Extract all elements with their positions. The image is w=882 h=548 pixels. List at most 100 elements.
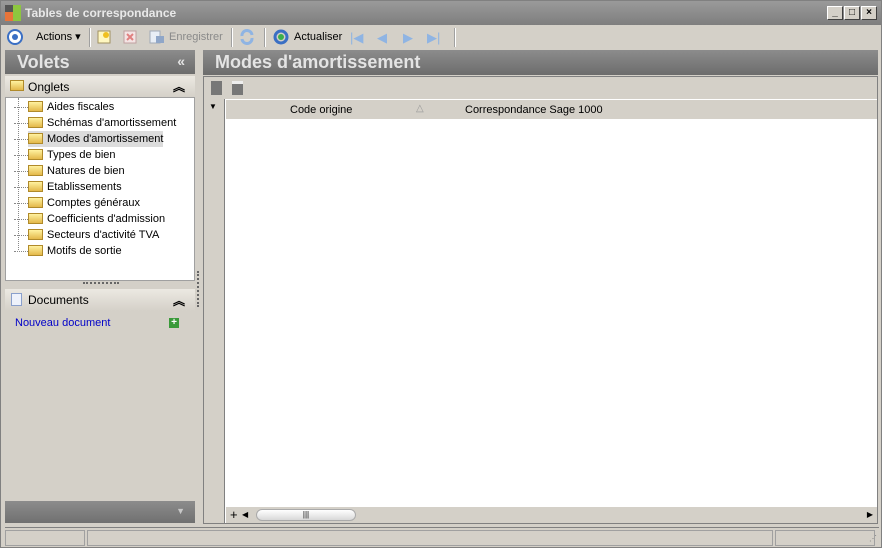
save-icon[interactable]	[149, 30, 165, 44]
scroll-left-icon[interactable]: ◀	[242, 510, 248, 519]
folder-icon	[28, 117, 43, 128]
scroll-right-icon[interactable]: ▶	[867, 510, 873, 519]
tree-item[interactable]: Coefficients d'admission	[14, 211, 166, 227]
page-icon[interactable]	[211, 81, 222, 95]
tree-item[interactable]: Comptes généraux	[14, 195, 140, 211]
scroll-thumb[interactable]: |||	[256, 509, 356, 521]
tree-item-label: Aides fiscales	[47, 101, 115, 113]
tree-item-label: Comptes généraux	[47, 197, 140, 209]
onglets-tree: Aides fiscales Schémas d'amortissement Mod…	[5, 97, 195, 281]
previous-record-icon[interactable]: ◀	[377, 30, 387, 46]
tree-item[interactable]: Types de bien	[14, 147, 116, 163]
panel-footer: ▼	[5, 501, 195, 523]
column-header-code-origine[interactable]: Code origine	[290, 104, 352, 116]
tree-connector	[14, 187, 28, 188]
grid: ▼ Code origine △ Correspondance Sage 100…	[203, 76, 878, 524]
tree-item[interactable]: Etablissements	[14, 179, 122, 195]
tree-connector	[14, 139, 28, 140]
menu-circle-icon[interactable]	[7, 29, 23, 45]
documents-header[interactable]: Documents ︽	[5, 289, 195, 311]
sort-ascending-icon[interactable]: △	[416, 103, 424, 114]
tree-item[interactable]: Natures de bien	[14, 163, 125, 179]
tree-item[interactable]: Aides fiscales	[14, 99, 115, 115]
refresh-icon[interactable]	[273, 29, 289, 45]
separator	[231, 28, 233, 47]
folder-icon	[28, 245, 43, 256]
tree-item-label: Motifs de sortie	[47, 245, 122, 257]
column-header-correspondance[interactable]: Correspondance Sage 1000	[465, 104, 603, 116]
actions-menu[interactable]: Actions ▾	[36, 29, 81, 45]
add-row-button[interactable]: +	[230, 507, 238, 522]
collapse-onglets-icon[interactable]: ︽	[173, 78, 185, 95]
tree-line	[18, 98, 19, 250]
tree-item-label: Modes d'amortissement	[47, 133, 164, 145]
resize-grip-icon[interactable]: ⋰	[869, 534, 877, 543]
first-record-icon[interactable]: |◀	[350, 30, 363, 46]
status-bar: ⋰	[5, 527, 879, 546]
tree-connector	[14, 155, 28, 156]
separator	[264, 28, 266, 47]
collapse-panel-button[interactable]: «	[177, 53, 185, 69]
folder-icon	[28, 181, 43, 192]
folder-icon	[28, 213, 43, 224]
row-selector-column: ▼	[204, 99, 225, 523]
column-header-row: Code origine △ Correspondance Sage 1000	[226, 99, 877, 119]
main-header: Modes d'amortissement	[203, 50, 878, 75]
vertical-splitter[interactable]	[197, 271, 199, 307]
sync-icon[interactable]	[239, 29, 255, 45]
separator	[454, 28, 456, 47]
onglets-title: Onglets	[28, 80, 70, 94]
minimize-button[interactable]: _	[827, 6, 843, 20]
tree-item[interactable]: Schémas d'amortissement	[14, 115, 177, 131]
splitter-grip[interactable]	[83, 282, 119, 284]
refresh-button[interactable]: Actualiser	[294, 29, 342, 45]
close-button[interactable]: ×	[861, 6, 877, 20]
next-record-icon[interactable]: ▶	[403, 30, 413, 46]
tree-item-label: Etablissements	[47, 181, 122, 193]
status-panel	[87, 530, 773, 546]
tree-connector	[14, 107, 28, 108]
tree-item-label: Coefficients d'admission	[47, 213, 166, 225]
window-title: Tables de correspondance	[25, 6, 177, 20]
new-document-link[interactable]: Nouveau document	[15, 317, 110, 329]
tree-connector	[14, 251, 28, 252]
column-chooser-icon[interactable]: ▼	[209, 102, 217, 111]
delete-icon[interactable]	[123, 30, 137, 44]
save-button[interactable]: Enregistrer	[169, 29, 223, 45]
page-title: Modes d'amortissement	[215, 52, 421, 72]
volets-header: Volets «	[5, 50, 195, 74]
page-corner-icon[interactable]	[232, 81, 243, 95]
horizontal-scrollbar[interactable]: + ◀ ||| ▶	[226, 507, 877, 523]
separator	[89, 28, 91, 47]
tree-item[interactable]: Modes d'amortissement	[14, 131, 164, 147]
app-icon	[5, 5, 21, 21]
collapse-documents-icon[interactable]: ︽	[173, 292, 185, 309]
tree-item-label: Secteurs d'activité TVA	[47, 229, 160, 241]
toolbar: Actions ▾ Enregistrer Actualiser |◀ ◀ ▶ …	[1, 25, 881, 49]
new-icon[interactable]	[97, 30, 111, 44]
maximize-button[interactable]: □	[844, 6, 860, 20]
document-icon	[11, 293, 22, 306]
tree-item[interactable]: Secteurs d'activité TVA	[14, 227, 160, 243]
volets-title: Volets	[17, 52, 70, 72]
folder-icon	[28, 101, 43, 112]
tree-connector	[14, 123, 28, 124]
folder-icon	[28, 197, 43, 208]
actions-label: Actions	[36, 31, 73, 43]
tree-connector	[14, 203, 28, 204]
folder-icon	[28, 133, 43, 144]
tree-connector	[14, 219, 28, 220]
tree-item[interactable]: Motifs de sortie	[14, 243, 122, 259]
tree-item-label: Natures de bien	[47, 165, 125, 177]
folder-icon	[10, 80, 24, 91]
expand-more-icon[interactable]: ▼	[176, 506, 185, 516]
add-document-icon[interactable]: +	[169, 318, 179, 328]
folder-icon	[28, 149, 43, 160]
tree-item-label: Types de bien	[47, 149, 116, 161]
status-panel	[5, 530, 85, 546]
onglets-header[interactable]: Onglets ︽	[5, 76, 195, 97]
tree-item-label: Schémas d'amortissement	[47, 117, 177, 129]
tree-connector	[14, 171, 28, 172]
documents-title: Documents	[28, 293, 89, 307]
last-record-icon[interactable]: ▶|	[427, 30, 440, 46]
